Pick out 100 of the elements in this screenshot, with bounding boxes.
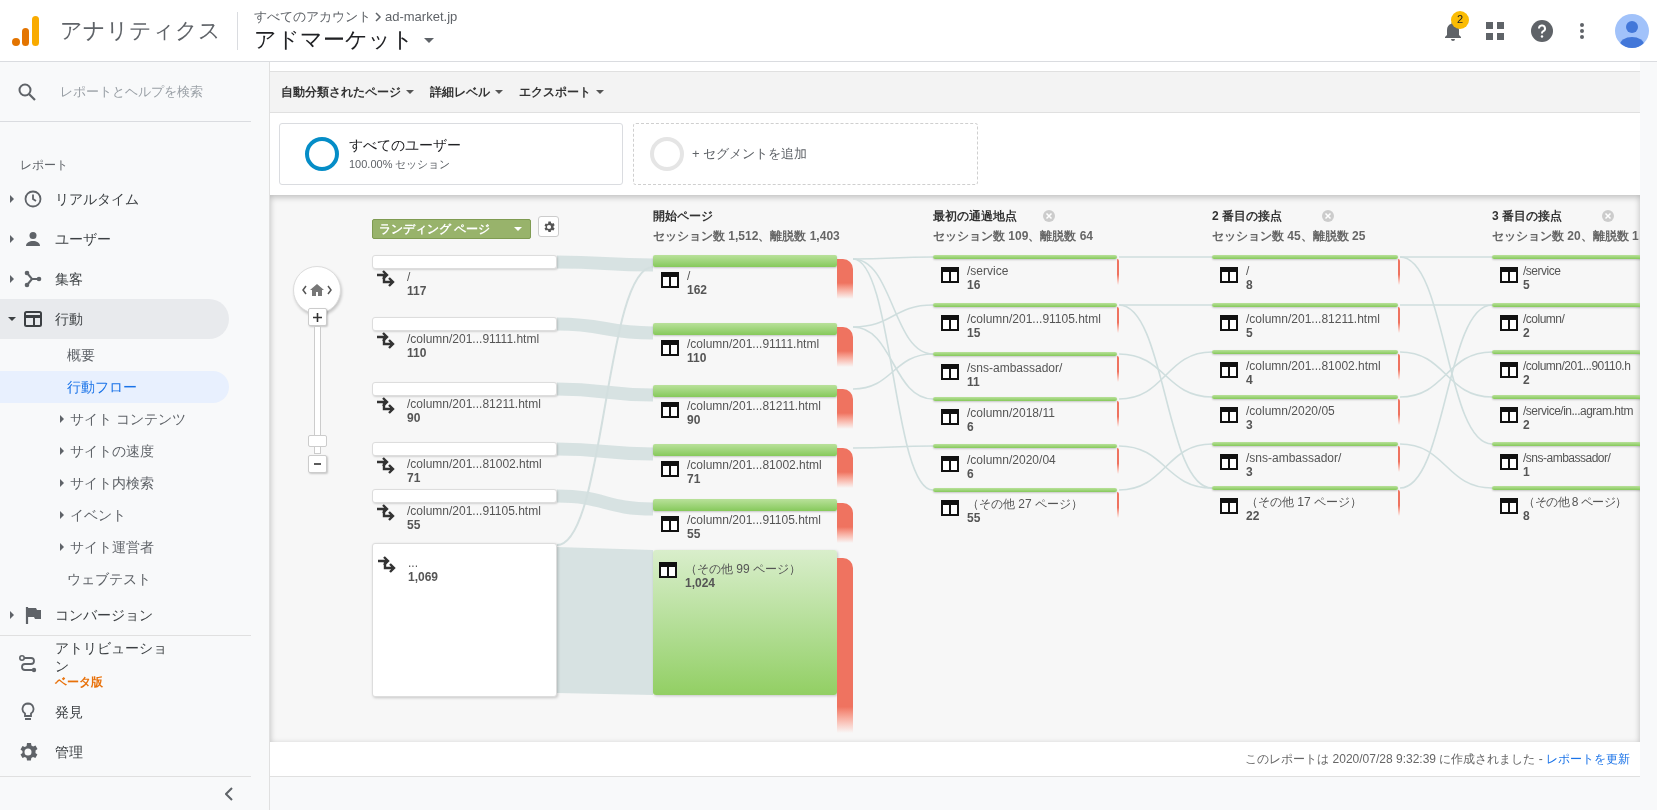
page-layout-icon bbox=[1500, 267, 1518, 283]
help-icon[interactable] bbox=[1531, 19, 1553, 42]
remove-step-icon[interactable] bbox=[1043, 210, 1055, 222]
apps-grid-icon[interactable] bbox=[1486, 21, 1504, 40]
remove-step-icon[interactable] bbox=[1602, 210, 1614, 222]
pan-home-button[interactable] bbox=[293, 266, 341, 314]
refresh-report-link[interactable]: レポートを更新 bbox=[1546, 750, 1630, 768]
sidebar-item[interactable]: ユーザー bbox=[0, 219, 229, 259]
page-node[interactable]: （その他 99 ページ） 1,024 bbox=[653, 550, 837, 695]
breadcrumb-link[interactable]: ad-market.jp bbox=[385, 6, 458, 27]
page-layout-icon bbox=[661, 402, 679, 418]
page-node-bar[interactable] bbox=[1212, 303, 1398, 307]
sidebar-subitem[interactable]: サイトの速度 bbox=[0, 435, 229, 467]
exit-bar bbox=[837, 259, 853, 299]
sidebar-subitem[interactable]: イベント bbox=[0, 499, 229, 531]
page-layout-icon bbox=[941, 500, 959, 516]
settings-button[interactable] bbox=[538, 216, 559, 237]
zoom-out-button[interactable] bbox=[308, 455, 327, 473]
zoom-slider[interactable] bbox=[308, 326, 327, 454]
zoom-in-button[interactable] bbox=[308, 308, 327, 326]
landing-node-bar[interactable] bbox=[372, 489, 557, 503]
sidebar-item[interactable]: 行動 bbox=[0, 299, 229, 339]
sidebar-subitem[interactable]: サイト運営者 bbox=[0, 531, 229, 563]
toolbar-menu[interactable]: 自動分類されたページ bbox=[281, 83, 414, 101]
remove-step-icon[interactable] bbox=[1322, 210, 1334, 222]
exit-bar bbox=[837, 503, 853, 543]
page-layout-icon bbox=[1220, 362, 1238, 378]
session-count: 90 bbox=[407, 411, 422, 425]
page-node-bar[interactable] bbox=[1492, 350, 1640, 354]
page-node-bar[interactable] bbox=[1492, 303, 1640, 307]
expand-triangle-icon[interactable] bbox=[8, 195, 16, 203]
sidebar-subitem[interactable]: 行動フロー bbox=[0, 371, 229, 403]
page-label: /column/201...81002.html bbox=[407, 457, 542, 471]
session-count: 6 bbox=[967, 420, 975, 434]
page-node-bar[interactable] bbox=[1492, 255, 1640, 259]
breadcrumb-link[interactable]: すべてのアカウント bbox=[254, 6, 371, 27]
toolbar-menu[interactable]: エクスポート bbox=[519, 83, 604, 101]
zoom-slider-thumb[interactable] bbox=[308, 435, 327, 447]
sidebar-item[interactable]: 集客 bbox=[0, 259, 229, 299]
sidebar-item[interactable]: 管理 bbox=[0, 732, 229, 772]
collapse-sidebar-icon[interactable] bbox=[225, 786, 233, 801]
sidebar-subitem[interactable]: サイト コンテンツ bbox=[0, 403, 229, 435]
page-node-bar[interactable] bbox=[933, 397, 1117, 401]
page-node-bar[interactable] bbox=[933, 352, 1117, 356]
expand-triangle-icon[interactable] bbox=[8, 611, 16, 619]
property-selector[interactable]: アドマーケット bbox=[254, 26, 458, 55]
page-node-bar[interactable] bbox=[653, 323, 837, 335]
page-node-bar[interactable] bbox=[1212, 395, 1398, 399]
landing-node-bar[interactable] bbox=[372, 317, 557, 331]
landing-node[interactable]: ... 1,069 bbox=[372, 543, 557, 697]
bar-chart-logo-icon[interactable] bbox=[12, 15, 40, 46]
account-avatar[interactable] bbox=[1615, 13, 1649, 48]
page-node-bar[interactable] bbox=[1492, 395, 1640, 399]
expand-triangle-icon[interactable] bbox=[58, 447, 66, 455]
page-node-bar[interactable] bbox=[1492, 486, 1640, 490]
page-node-bar[interactable] bbox=[1212, 255, 1398, 259]
landing-node-bar[interactable] bbox=[372, 442, 557, 456]
toolbar-menu[interactable]: 詳細レベル bbox=[430, 83, 503, 101]
page-label: /column/201...91105.html bbox=[967, 312, 1101, 326]
page-node-bar[interactable] bbox=[1212, 350, 1398, 354]
sidebar-subitem[interactable]: 概要 bbox=[0, 339, 229, 371]
caret-icon bbox=[495, 90, 503, 94]
sidebar-subitem[interactable]: サイト内検索 bbox=[0, 467, 229, 499]
expand-triangle-icon[interactable] bbox=[8, 235, 16, 243]
sidebar-item[interactable]: リアルタイム bbox=[0, 179, 229, 219]
expand-triangle-icon[interactable] bbox=[58, 415, 66, 423]
page-label: /column/201...81211.html bbox=[1246, 312, 1380, 326]
page-node-bar[interactable] bbox=[653, 255, 837, 267]
page-node-bar[interactable] bbox=[933, 488, 1117, 492]
sidebar-item[interactable]: コンバージョン bbox=[0, 595, 229, 635]
page-node-bar[interactable] bbox=[1212, 486, 1398, 490]
expand-triangle-icon[interactable] bbox=[58, 543, 66, 551]
sidebar-subitem[interactable]: ウェブテスト bbox=[0, 563, 229, 595]
page-node-bar[interactable] bbox=[933, 303, 1117, 307]
sidebar-item[interactable]: アトリビューション ベータ版 bbox=[0, 636, 229, 692]
clock-icon bbox=[24, 190, 42, 208]
page-node-bar[interactable] bbox=[653, 499, 837, 511]
page-label: /column/201...91111.html bbox=[407, 332, 540, 346]
add-segment-button[interactable]: + セグメントを追加 bbox=[633, 123, 978, 185]
page-node-bar[interactable] bbox=[933, 255, 1117, 259]
page-node-bar[interactable] bbox=[1492, 442, 1640, 446]
landing-node-bar[interactable] bbox=[372, 382, 557, 396]
search-field[interactable]: レポートとヘルプを検索 bbox=[60, 81, 230, 102]
landing-node-bar[interactable] bbox=[372, 255, 557, 269]
expand-triangle-icon[interactable] bbox=[58, 479, 66, 487]
collapse-triangle-icon[interactable] bbox=[8, 315, 16, 323]
expand-triangle-icon[interactable] bbox=[58, 511, 66, 519]
more-icon[interactable] bbox=[1579, 21, 1585, 40]
session-count: 90 bbox=[687, 413, 702, 427]
segment-card[interactable]: すべてのユーザー 100.00% セッション bbox=[279, 123, 623, 185]
page-node-bar[interactable] bbox=[653, 385, 837, 397]
page-node-bar[interactable] bbox=[933, 444, 1117, 448]
expand-triangle-icon[interactable] bbox=[8, 275, 16, 283]
session-count: 3 bbox=[1246, 465, 1254, 479]
sidebar-item[interactable]: 発見 bbox=[0, 692, 229, 732]
page-label: /column/201...81002.html bbox=[687, 458, 822, 472]
page-node-bar[interactable] bbox=[653, 444, 837, 456]
page-layout-icon bbox=[661, 516, 679, 532]
page-label: /column/2020/05 bbox=[1246, 404, 1335, 418]
page-node-bar[interactable] bbox=[1212, 442, 1398, 446]
